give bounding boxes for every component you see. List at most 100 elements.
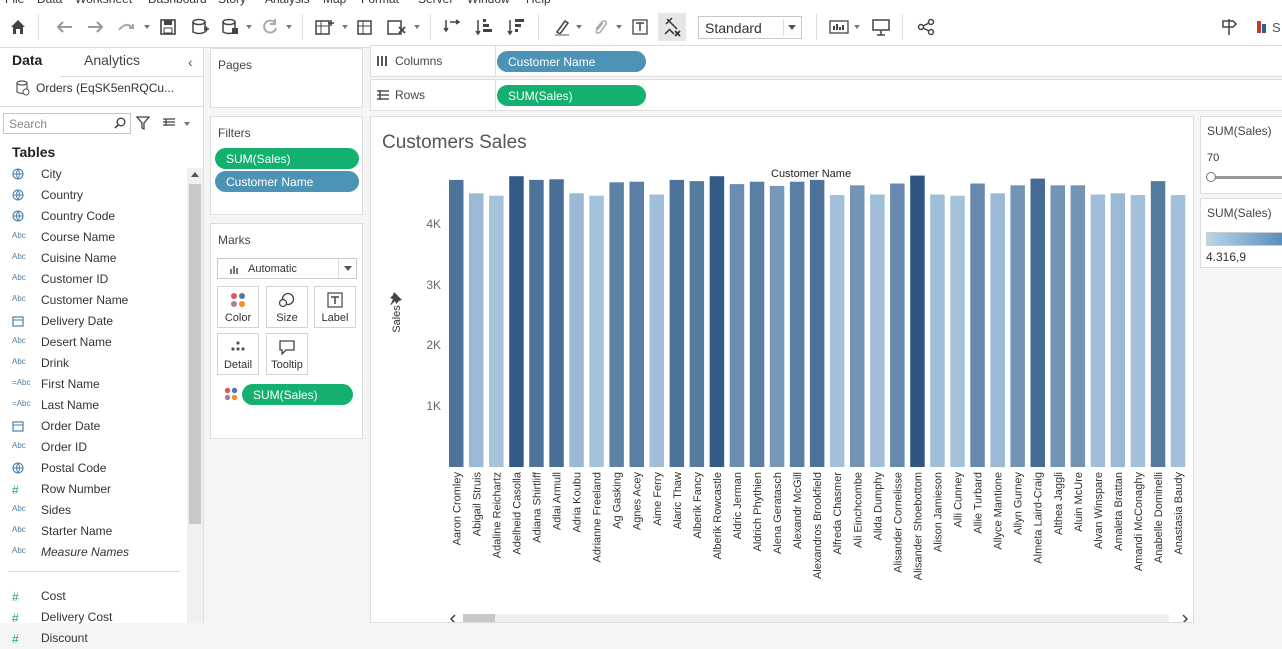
bar[interactable] bbox=[529, 179, 544, 467]
marks-pill-sum-sales[interactable]: SUM(Sales) bbox=[242, 384, 353, 405]
field-delivery-cost[interactable]: # Delivery Cost bbox=[0, 607, 186, 628]
field-course-name[interactable]: Abc Course Name bbox=[0, 227, 186, 248]
field-customer-name[interactable]: Abc Customer Name bbox=[0, 290, 186, 311]
bar[interactable] bbox=[449, 179, 464, 467]
bar[interactable] bbox=[689, 181, 705, 467]
field-sides[interactable]: Abc Sides bbox=[0, 500, 186, 521]
bar[interactable] bbox=[629, 181, 645, 467]
sum-sales-filter-card[interactable]: SUM(Sales) 70 bbox=[1200, 116, 1282, 194]
bar[interactable] bbox=[1010, 185, 1025, 468]
bar[interactable] bbox=[509, 176, 524, 467]
pages-card[interactable]: Pages bbox=[210, 48, 363, 108]
view-list-icon[interactable] bbox=[162, 118, 176, 128]
bar[interactable] bbox=[769, 185, 785, 467]
bar[interactable] bbox=[870, 194, 885, 468]
presentation-mode-icon[interactable] bbox=[828, 16, 850, 38]
chevron-left-icon[interactable] bbox=[449, 614, 457, 623]
field-customer-id[interactable]: Abc Customer ID bbox=[0, 269, 186, 290]
new-worksheet-icon[interactable] bbox=[314, 16, 336, 38]
chevron-right-icon[interactable] bbox=[1181, 614, 1189, 623]
bar[interactable] bbox=[589, 195, 604, 467]
datasource-item[interactable]: Orders (EqSK5enRQCu... bbox=[16, 80, 174, 96]
bar[interactable] bbox=[809, 179, 825, 467]
fix-axes-icon[interactable] bbox=[658, 13, 686, 41]
marks-size-button[interactable]: Size bbox=[266, 286, 308, 328]
redo-icon[interactable] bbox=[86, 16, 106, 38]
new-datasource-icon[interactable] bbox=[190, 16, 210, 38]
bar[interactable] bbox=[829, 195, 845, 467]
bar[interactable] bbox=[1110, 193, 1126, 468]
show-labels-icon[interactable] bbox=[630, 16, 650, 38]
field-first-name[interactable]: =Abc First Name bbox=[0, 374, 186, 395]
bar[interactable] bbox=[789, 181, 805, 467]
field-measure-names[interactable]: Abc Measure Names bbox=[0, 542, 186, 563]
bar[interactable] bbox=[469, 193, 484, 468]
bar[interactable] bbox=[850, 185, 865, 468]
bar[interactable] bbox=[950, 195, 965, 467]
field-order-date[interactable]: Order Date bbox=[0, 416, 186, 437]
bar[interactable] bbox=[729, 184, 745, 467]
search-input[interactable]: Search bbox=[3, 113, 131, 134]
bar[interactable] bbox=[1070, 185, 1086, 468]
bar[interactable] bbox=[569, 193, 584, 468]
field-list-scrollbar[interactable] bbox=[187, 168, 203, 623]
swap-icon[interactable] bbox=[442, 16, 462, 38]
columns-pill-customer-name[interactable]: Customer Name bbox=[497, 51, 646, 72]
bar[interactable] bbox=[1150, 181, 1166, 467]
field-delivery-date[interactable]: Delivery Date bbox=[0, 311, 186, 332]
field-row-number[interactable]: # Row Number bbox=[0, 479, 186, 500]
sort-ascending-icon[interactable] bbox=[474, 16, 494, 38]
group-icon[interactable] bbox=[590, 16, 610, 38]
marks-detail-button[interactable]: Detail bbox=[217, 333, 259, 375]
home-icon[interactable] bbox=[8, 16, 28, 38]
bar[interactable] bbox=[1090, 194, 1106, 468]
show-me-icon[interactable] bbox=[1218, 16, 1240, 38]
duplicate-icon[interactable] bbox=[356, 16, 378, 38]
viz-area[interactable]: Customers Sales Customer Name Sales 1K 2K… bbox=[370, 116, 1194, 623]
field-desert-name[interactable]: Abc Desert Name bbox=[0, 332, 186, 353]
tab-data[interactable]: Data bbox=[12, 52, 42, 68]
tab-analytics[interactable]: Analytics bbox=[84, 52, 140, 68]
bar[interactable] bbox=[609, 182, 624, 468]
filter-pill-sum-sales[interactable]: SUM(Sales) bbox=[215, 148, 359, 169]
highlight-icon[interactable] bbox=[552, 16, 572, 38]
range-slider-handle[interactable] bbox=[1206, 172, 1216, 182]
bar[interactable] bbox=[669, 179, 685, 467]
bar[interactable] bbox=[910, 175, 925, 467]
marks-color-button[interactable]: Color bbox=[217, 286, 259, 328]
bar[interactable] bbox=[549, 179, 564, 468]
field-order-id[interactable]: Abc Order ID bbox=[0, 437, 186, 458]
field-last-name[interactable]: =Abc Last Name bbox=[0, 395, 186, 416]
present-icon[interactable] bbox=[870, 16, 892, 38]
bar[interactable] bbox=[1050, 185, 1066, 468]
horizontal-scrollbar[interactable] bbox=[447, 612, 1189, 623]
field-discount[interactable]: # Discount bbox=[0, 628, 186, 649]
sort-descending-icon[interactable] bbox=[506, 16, 526, 38]
mark-type-dropdown[interactable]: Automatic bbox=[217, 258, 357, 279]
bar[interactable] bbox=[1170, 195, 1186, 467]
refresh-icon[interactable] bbox=[260, 16, 280, 38]
collapse-pane-icon[interactable]: ‹ bbox=[188, 54, 193, 70]
replay-icon[interactable] bbox=[116, 16, 136, 38]
save-icon[interactable] bbox=[158, 16, 178, 38]
field-city[interactable]: City bbox=[0, 164, 186, 185]
field-starter-name[interactable]: Abc Starter Name bbox=[0, 521, 186, 542]
share-icon[interactable] bbox=[916, 16, 936, 38]
field-cuisine-name[interactable]: Abc Cuisine Name bbox=[0, 248, 186, 269]
filters-card[interactable]: Filters SUM(Sales) Customer Name bbox=[210, 116, 363, 215]
field-country[interactable]: Country bbox=[0, 185, 186, 206]
undo-icon[interactable] bbox=[54, 16, 74, 38]
field-postal-code[interactable]: Postal Code bbox=[0, 458, 186, 479]
sum-sales-color-legend[interactable]: SUM(Sales) 4.316,9 bbox=[1200, 198, 1282, 268]
datasource-icon[interactable] bbox=[220, 16, 240, 38]
bar[interactable] bbox=[1030, 178, 1046, 467]
columns-shelf[interactable]: Columns Customer Name bbox=[370, 45, 1282, 77]
bar[interactable] bbox=[649, 194, 665, 468]
field-drink[interactable]: Abc Drink bbox=[0, 353, 186, 374]
rows-shelf[interactable]: Rows SUM(Sales) bbox=[370, 79, 1282, 111]
fit-dropdown[interactable]: Standard bbox=[698, 16, 802, 39]
bar[interactable] bbox=[489, 195, 504, 467]
bar[interactable] bbox=[1130, 195, 1146, 467]
bar[interactable] bbox=[970, 183, 985, 468]
filter-icon[interactable] bbox=[136, 116, 150, 130]
